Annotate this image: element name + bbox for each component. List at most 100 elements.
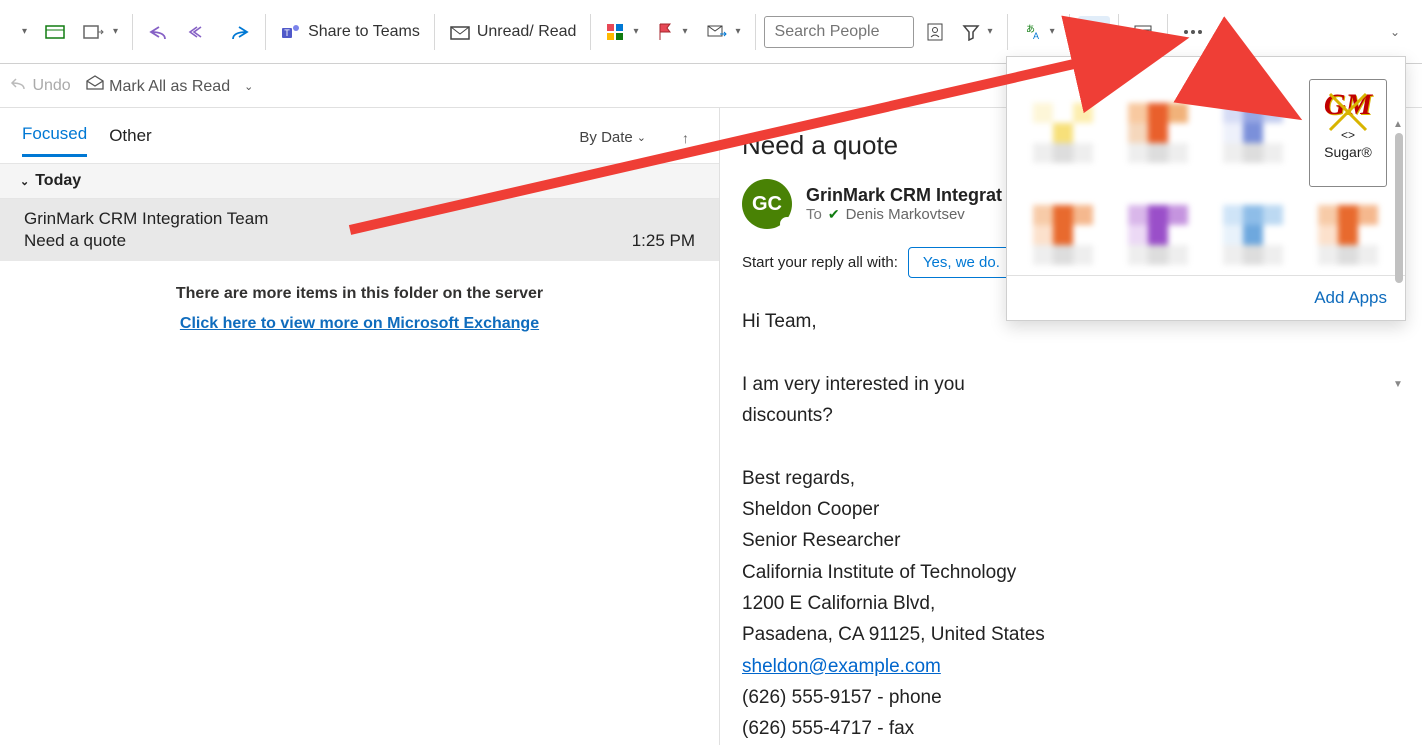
address-book-button[interactable]: [920, 16, 950, 48]
apps-grid-icon: [1084, 22, 1104, 42]
presence-indicator: [780, 217, 794, 231]
addin-sugar-name: Sugar®: [1324, 144, 1372, 160]
undo-button[interactable]: Undo: [10, 76, 71, 95]
more-items-notice: There are more items in this folder on t…: [0, 261, 719, 309]
sig-addr1: 1200 E California Blvd,: [742, 588, 1400, 619]
share-teams-button[interactable]: T Share to Teams: [274, 16, 426, 48]
sig-email-link[interactable]: sheldon@example.com: [742, 656, 941, 677]
reply-icon: [147, 23, 169, 41]
categories-button[interactable]: ▾: [599, 16, 644, 48]
sig-phone: (626) 555-9157 - phone: [742, 682, 1400, 713]
addin-item[interactable]: [1214, 205, 1291, 265]
grinmark-logo-icon: GM: [1324, 88, 1372, 122]
unread-read-button[interactable]: Unread/ Read: [443, 17, 583, 47]
rules-icon: [706, 22, 728, 42]
search-people-input[interactable]: [764, 16, 914, 48]
sort-label: By Date: [579, 129, 632, 146]
tab-other[interactable]: Other: [109, 120, 152, 156]
ribbon-expand-button[interactable]: ▾: [14, 20, 33, 43]
actionbar-more-button[interactable]: ⌄: [244, 77, 253, 95]
avatar-initials: GC: [752, 193, 782, 216]
categories-icon: [605, 22, 625, 42]
sig-name: Sheldon Cooper: [742, 494, 1400, 525]
suggested-reply-button[interactable]: Yes, we do.: [908, 247, 1015, 278]
sig-fax: (626) 555-4717 - fax: [742, 713, 1400, 744]
addin-sugar[interactable]: GM <> Sugar®: [1309, 79, 1387, 187]
calendar-icon: [1133, 22, 1153, 42]
group-label: Today: [35, 172, 81, 190]
addin-item[interactable]: [1120, 79, 1197, 187]
scroll-down-icon[interactable]: ▼: [1391, 379, 1405, 393]
mark-all-read-button[interactable]: Mark All as Read: [85, 75, 230, 96]
ribbon-toolbar: ▾ ▾: [0, 0, 1422, 64]
body-signoff: Best regards,: [742, 463, 1400, 494]
sender-avatar[interactable]: GC: [742, 179, 792, 229]
view-more-link[interactable]: Click here to view more on Microsoft Exc…: [0, 309, 719, 339]
group-header-today[interactable]: ⌄ Today: [0, 163, 719, 199]
move-icon: [83, 23, 105, 41]
email-subject: Need a quote: [24, 231, 126, 251]
scrollbar-thumb[interactable]: [1395, 133, 1403, 283]
teams-icon: T: [280, 22, 302, 42]
message-list-pane: Focused Other By Date ⌄ ↑ ⌄ Today GrinMa…: [0, 108, 720, 745]
add-apps-link[interactable]: Add Apps: [1007, 275, 1405, 320]
to-label: To: [806, 206, 822, 223]
flag-button[interactable]: ▾: [650, 16, 693, 48]
reply-button[interactable]: [141, 17, 175, 47]
email-row-selected[interactable]: GrinMark CRM Integration Team Need a quo…: [0, 199, 719, 261]
move-button[interactable]: ▾: [77, 17, 124, 47]
reading-from-name: GrinMark CRM Integrat: [806, 185, 1002, 206]
share-teams-label: Share to Teams: [308, 23, 420, 41]
chevron-down-icon: ⌄: [20, 175, 29, 188]
chevron-down-icon: ⌄: [637, 131, 646, 144]
svg-text:A: A: [1033, 31, 1039, 41]
envelope-open-icon: [85, 75, 105, 91]
reply-all-icon: [187, 23, 211, 41]
mark-all-label: Mark All as Read: [109, 78, 230, 95]
email-time: 1:25 PM: [632, 231, 695, 251]
body-line1: I am very interested in you: [742, 374, 965, 395]
sig-addr2: Pasadena, CA 91125, United States: [742, 619, 1400, 650]
forward-button[interactable]: [223, 17, 257, 47]
addins-panel: GM <> Sugar® Add Apps ▲ ▼: [1006, 56, 1406, 321]
undo-label: Undo: [32, 77, 70, 94]
funnel-icon: [962, 23, 980, 41]
sig-title: Senior Researcher: [742, 525, 1400, 556]
scroll-up-icon[interactable]: ▲: [1391, 119, 1405, 133]
sort-by-date[interactable]: By Date ⌄: [579, 129, 646, 146]
message-body: Hi Team, I am very interested in you dis…: [742, 306, 1400, 745]
addin-item[interactable]: [1214, 79, 1291, 187]
unread-read-label: Unread/ Read: [477, 23, 577, 41]
archive-icon: [45, 23, 65, 41]
translate-button[interactable]: あA ▾: [1016, 16, 1061, 48]
filter-button[interactable]: ▾: [956, 17, 999, 47]
body-line2: discounts?: [742, 405, 833, 426]
all-apps-button[interactable]: [1078, 16, 1110, 48]
addin-item[interactable]: [1309, 205, 1387, 265]
archive-button[interactable]: [39, 17, 71, 47]
forward-icon: [229, 23, 251, 41]
to-recipient: Denis Markovtsev: [846, 206, 965, 223]
ribbon-collapse-button[interactable]: ⌄: [1382, 19, 1406, 45]
verified-icon: ✔: [828, 206, 840, 223]
tab-focused[interactable]: Focused: [22, 118, 87, 157]
translate-icon: あA: [1022, 22, 1042, 42]
flag-icon: [656, 22, 674, 42]
reply-all-button[interactable]: [181, 17, 217, 47]
undo-icon: [10, 76, 28, 90]
sort-direction-button[interactable]: ↑: [682, 130, 689, 146]
addin-sugar-code: <>: [1341, 128, 1355, 142]
addin-item[interactable]: [1120, 205, 1197, 265]
rules-button[interactable]: ▾: [700, 16, 747, 48]
addin-item[interactable]: [1025, 205, 1102, 265]
calendar-insights-button[interactable]: [1127, 16, 1159, 48]
ellipsis-icon: [1182, 28, 1204, 36]
svg-text:T: T: [284, 28, 290, 38]
more-commands-button[interactable]: [1176, 22, 1210, 42]
email-from: GrinMark CRM Integration Team: [24, 209, 695, 229]
address-book-icon: [926, 22, 944, 42]
envelope-icon: [449, 23, 471, 41]
reply-prefix: Start your reply all with:: [742, 254, 898, 271]
addin-item[interactable]: [1025, 79, 1102, 187]
sig-org: California Institute of Technology: [742, 557, 1400, 588]
